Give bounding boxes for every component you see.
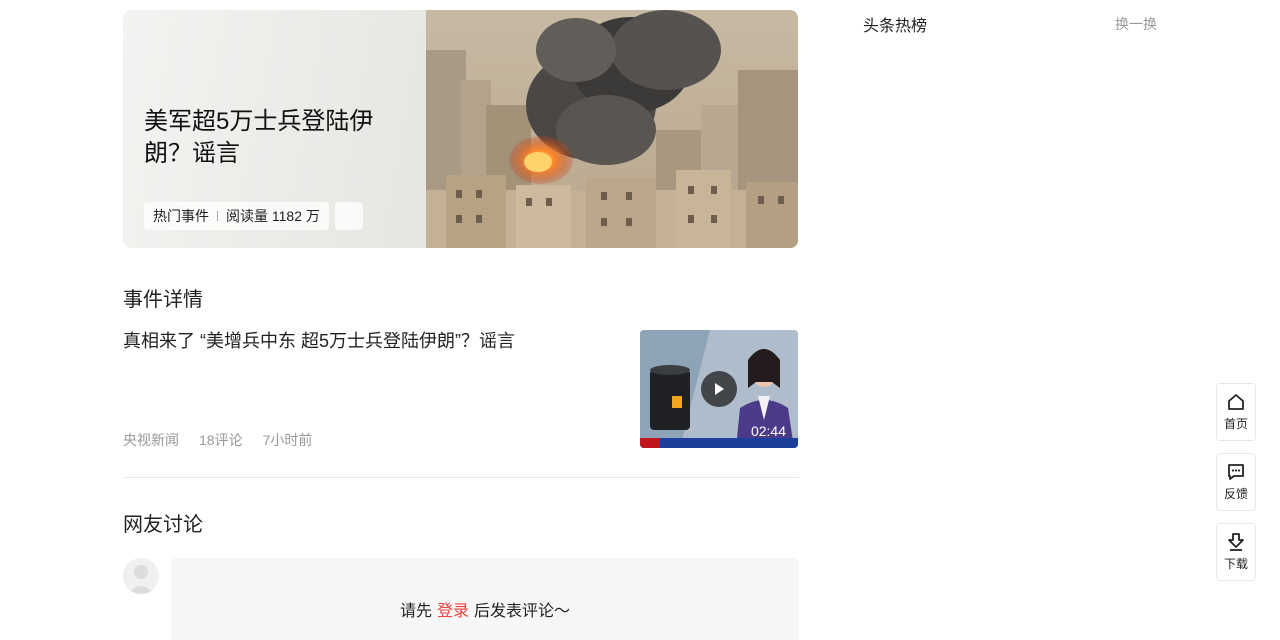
hero-card[interactable]: 美军超5万士兵登陆伊朗？谣言 热门事件 阅读量 1182 万: [123, 10, 798, 248]
news-ticker: [640, 438, 798, 448]
side-feedback-button[interactable]: 反馈: [1216, 453, 1256, 511]
article-item[interactable]: 真相来了 “美增兵中东 超5万士兵登陆伊朗”？谣言 央视新闻 18评论 7小时前…: [123, 330, 798, 448]
comment-box[interactable]: 请先 登录 后发表评论～: [171, 558, 799, 640]
comment-prompt: 请先 登录 后发表评论～: [171, 597, 799, 621]
avatar-glyph: [128, 565, 154, 594]
comment-prompt-before: 请先: [399, 603, 432, 620]
article-source[interactable]: 央视新闻: [123, 430, 179, 450]
home-icon: [1228, 394, 1244, 410]
hero-tag-label: 热门事件: [153, 208, 209, 224]
refresh-button[interactable]: 换一换: [1115, 14, 1157, 34]
login-link[interactable]: 登录: [437, 603, 469, 620]
avatar-icon: [123, 558, 159, 594]
tag-separator: [217, 211, 218, 221]
side-home-label: 首页: [1223, 417, 1248, 431]
play-icon-glyph: [715, 383, 724, 395]
play-icon[interactable]: [701, 371, 737, 407]
hero-image-graphic: [426, 10, 798, 248]
hero-tag: 热门事件 阅读量 1182 万: [144, 202, 329, 230]
article-comments: 18评论: [199, 432, 243, 448]
feedback-icon: [1228, 464, 1244, 480]
divider: [123, 477, 799, 478]
hero-title[interactable]: 美军超5万士兵登陆伊朗？谣言: [144, 106, 394, 170]
share-icon[interactable]: [334, 202, 363, 230]
article-time: 7小时前: [262, 432, 313, 448]
hot-list-title: 头条热榜: [863, 18, 928, 35]
hero-meta: 热门事件 阅读量 1182 万: [144, 202, 363, 230]
side-download-label: 下载: [1223, 557, 1248, 571]
article-title[interactable]: 真相来了 “美增兵中东 超5万士兵登陆伊朗”？谣言: [123, 330, 515, 352]
section-title-details: 事件详情: [123, 289, 203, 311]
download-icon: [1228, 533, 1244, 551]
side-feedback-label: 反馈: [1223, 487, 1248, 501]
hero-text: 美军超5万士兵登陆伊朗？谣言: [144, 106, 394, 170]
news-ticker-badge: [640, 438, 660, 448]
hero-read-count: 阅读量 1182 万: [226, 208, 320, 224]
section-title-discussion: 网友讨论: [123, 514, 203, 536]
side-home-button[interactable]: 首页: [1216, 383, 1256, 441]
article-meta: 央视新闻 18评论 7小时前: [123, 430, 312, 450]
side-download-button[interactable]: 下载: [1216, 523, 1256, 581]
video-thumbnail[interactable]: 02:44: [640, 330, 798, 448]
video-duration: 02:44: [750, 423, 786, 439]
comment-prompt-after: 后发表评论～: [474, 603, 571, 620]
hero-image[interactable]: [426, 10, 798, 248]
